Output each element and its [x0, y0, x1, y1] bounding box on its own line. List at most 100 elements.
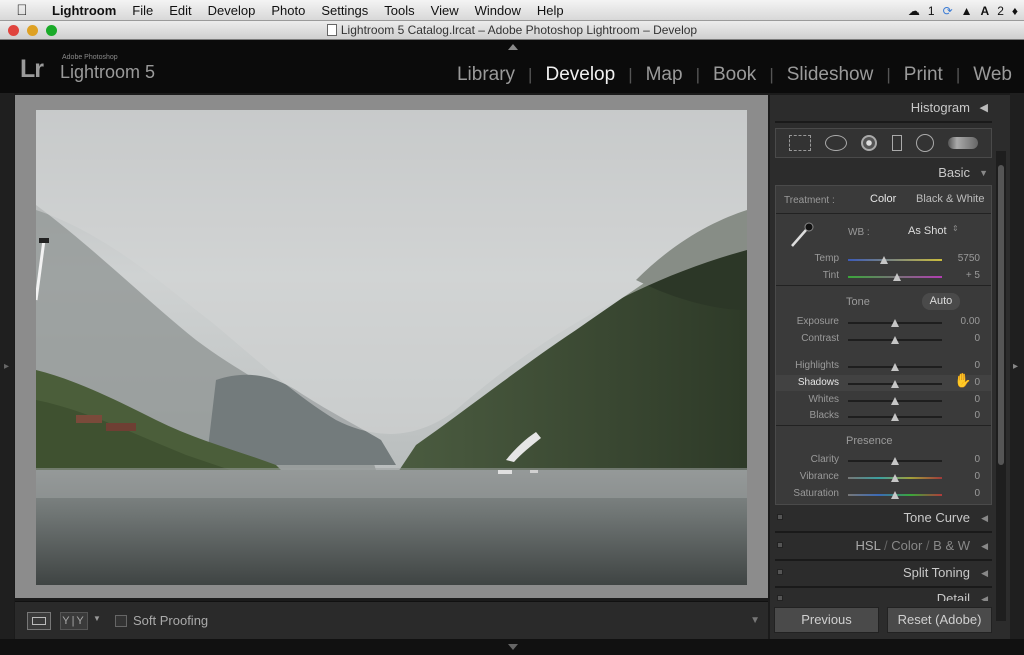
zoom-icon[interactable]: [46, 25, 57, 36]
chevron-down-icon[interactable]: ▼: [93, 614, 101, 623]
menu-develop[interactable]: Develop: [200, 3, 264, 18]
wb-chevron-icon[interactable]: ⇕: [952, 224, 959, 233]
contrast-value[interactable]: 0: [944, 333, 980, 344]
vibrance-slider[interactable]: Vibrance 0: [776, 469, 991, 485]
tint-thumb[interactable]: [892, 273, 901, 281]
exposure-thumb[interactable]: [891, 319, 899, 327]
module-book[interactable]: Book: [713, 64, 756, 86]
tone-curve-header[interactable]: Tone Curve ◀: [775, 506, 992, 530]
module-library[interactable]: Library: [457, 64, 515, 86]
collapse-triangle-icon[interactable]: ◀: [981, 534, 988, 558]
hsl-tab[interactable]: HSL: [856, 538, 881, 553]
treatment-color-option[interactable]: Color: [870, 193, 896, 205]
image-canvas[interactable]: [15, 95, 768, 598]
expand-triangle-icon[interactable]: ▼: [979, 161, 988, 185]
menu-help[interactable]: Help: [529, 3, 572, 18]
panel-switch-icon[interactable]: [777, 542, 783, 548]
blacks-value[interactable]: 0: [944, 410, 980, 421]
collapse-triangle-icon[interactable]: ◀: [981, 587, 988, 601]
right-panel-scrollbar[interactable]: [996, 151, 1006, 621]
exposure-slider[interactable]: Exposure 0.00: [776, 314, 991, 330]
drive-icon[interactable]: ▲: [961, 4, 973, 18]
adobe-icon[interactable]: A: [981, 4, 990, 18]
histogram-header[interactable]: Histogram ◀: [775, 96, 992, 120]
hsl-header[interactable]: HSL / Color / B & W ◀: [775, 534, 992, 558]
collapse-triangle-icon[interactable]: ◀: [981, 506, 988, 530]
whites-thumb[interactable]: [891, 397, 899, 405]
menu-photo[interactable]: Photo: [263, 3, 313, 18]
panel-switch-icon[interactable]: [777, 514, 783, 520]
crop-overlay-icon[interactable]: [789, 135, 812, 151]
saturation-value[interactable]: 0: [944, 488, 980, 499]
highlights-thumb[interactable]: [891, 363, 899, 371]
whites-value[interactable]: 0: [944, 394, 980, 405]
basic-header[interactable]: Basic ▼: [775, 161, 992, 185]
sync-icon[interactable]: ⟳: [943, 4, 953, 18]
menu-settings[interactable]: Settings: [313, 3, 376, 18]
clarity-value[interactable]: 0: [944, 454, 980, 465]
color-tab[interactable]: Color: [891, 538, 922, 553]
collapse-right-panel-icon[interactable]: ▸: [1013, 361, 1018, 372]
before-after-button[interactable]: Y|Y: [60, 612, 88, 630]
red-eye-icon[interactable]: [861, 135, 878, 151]
clarity-thumb[interactable]: [891, 457, 899, 465]
temp-track[interactable]: [848, 259, 942, 261]
module-slideshow[interactable]: Slideshow: [787, 64, 874, 86]
wb-eyedropper-icon[interactable]: [786, 220, 816, 250]
module-print[interactable]: Print: [904, 64, 943, 86]
expand-left-panel-icon[interactable]: ▸: [4, 361, 9, 372]
tint-slider[interactable]: Tint + 5: [776, 268, 991, 284]
contrast-slider[interactable]: Contrast 0: [776, 331, 991, 347]
module-map[interactable]: Map: [646, 64, 683, 86]
whites-slider[interactable]: Whites 0: [776, 392, 991, 408]
panel-switch-icon[interactable]: [777, 569, 783, 575]
contrast-thumb[interactable]: [891, 336, 899, 344]
close-icon[interactable]: [8, 25, 19, 36]
right-panel-edge[interactable]: ▸: [1010, 93, 1024, 639]
evernote-icon[interactable]: ♦: [1012, 4, 1018, 18]
split-toning-header[interactable]: Split Toning ◀: [775, 561, 992, 585]
spot-removal-icon[interactable]: [825, 135, 848, 151]
adjustment-brush-icon[interactable]: [947, 137, 978, 149]
minimize-icon[interactable]: [27, 25, 38, 36]
reset-button[interactable]: Reset (Adobe): [887, 607, 992, 633]
exposure-value[interactable]: 0.00: [944, 316, 980, 327]
wb-select[interactable]: As Shot: [908, 225, 947, 237]
module-web[interactable]: Web: [973, 64, 1012, 86]
expand-filmstrip-icon[interactable]: [508, 644, 518, 650]
loupe-view-icon[interactable]: [27, 612, 51, 630]
collapse-top-panel-icon[interactable]: [508, 44, 518, 50]
menu-view[interactable]: View: [423, 3, 467, 18]
tint-value[interactable]: + 5: [944, 270, 980, 281]
auto-tone-button[interactable]: Auto: [922, 293, 960, 310]
shadows-thumb[interactable]: [891, 380, 899, 388]
menu-edit[interactable]: Edit: [161, 3, 199, 18]
soft-proofing-checkbox[interactable]: [115, 615, 127, 627]
menu-file[interactable]: File: [124, 3, 161, 18]
menu-tools[interactable]: Tools: [376, 3, 422, 18]
blacks-thumb[interactable]: [891, 413, 899, 421]
collapse-triangle-icon[interactable]: ◀: [980, 96, 988, 120]
treatment-bw-option[interactable]: Black & White: [916, 193, 984, 205]
menu-lightroom[interactable]: Lightroom: [44, 3, 124, 18]
temp-value[interactable]: 5750: [944, 253, 980, 264]
panel-switch-icon[interactable]: [777, 595, 783, 601]
creative-cloud-icon[interactable]: ☁: [908, 4, 920, 18]
clarity-slider[interactable]: Clarity 0: [776, 452, 991, 468]
apple-menu-icon[interactable]: : [0, 2, 44, 19]
photo-preview[interactable]: [36, 110, 747, 585]
saturation-slider[interactable]: Saturation 0: [776, 486, 991, 502]
menu-window[interactable]: Window: [467, 3, 529, 18]
module-develop[interactable]: Develop: [545, 64, 615, 86]
bw-tab[interactable]: B & W: [933, 538, 970, 553]
highlights-value[interactable]: 0: [944, 360, 980, 371]
saturation-thumb[interactable]: [891, 491, 899, 499]
vibrance-value[interactable]: 0: [944, 471, 980, 482]
blacks-slider[interactable]: Blacks 0: [776, 408, 991, 424]
previous-button[interactable]: Previous: [774, 607, 879, 633]
radial-filter-icon[interactable]: [915, 134, 934, 152]
filmstrip-edge[interactable]: [0, 639, 1024, 655]
temp-slider[interactable]: Temp 5750: [776, 251, 991, 267]
detail-header[interactable]: Detail ◀: [775, 587, 992, 601]
collapse-triangle-icon[interactable]: ◀: [981, 561, 988, 585]
